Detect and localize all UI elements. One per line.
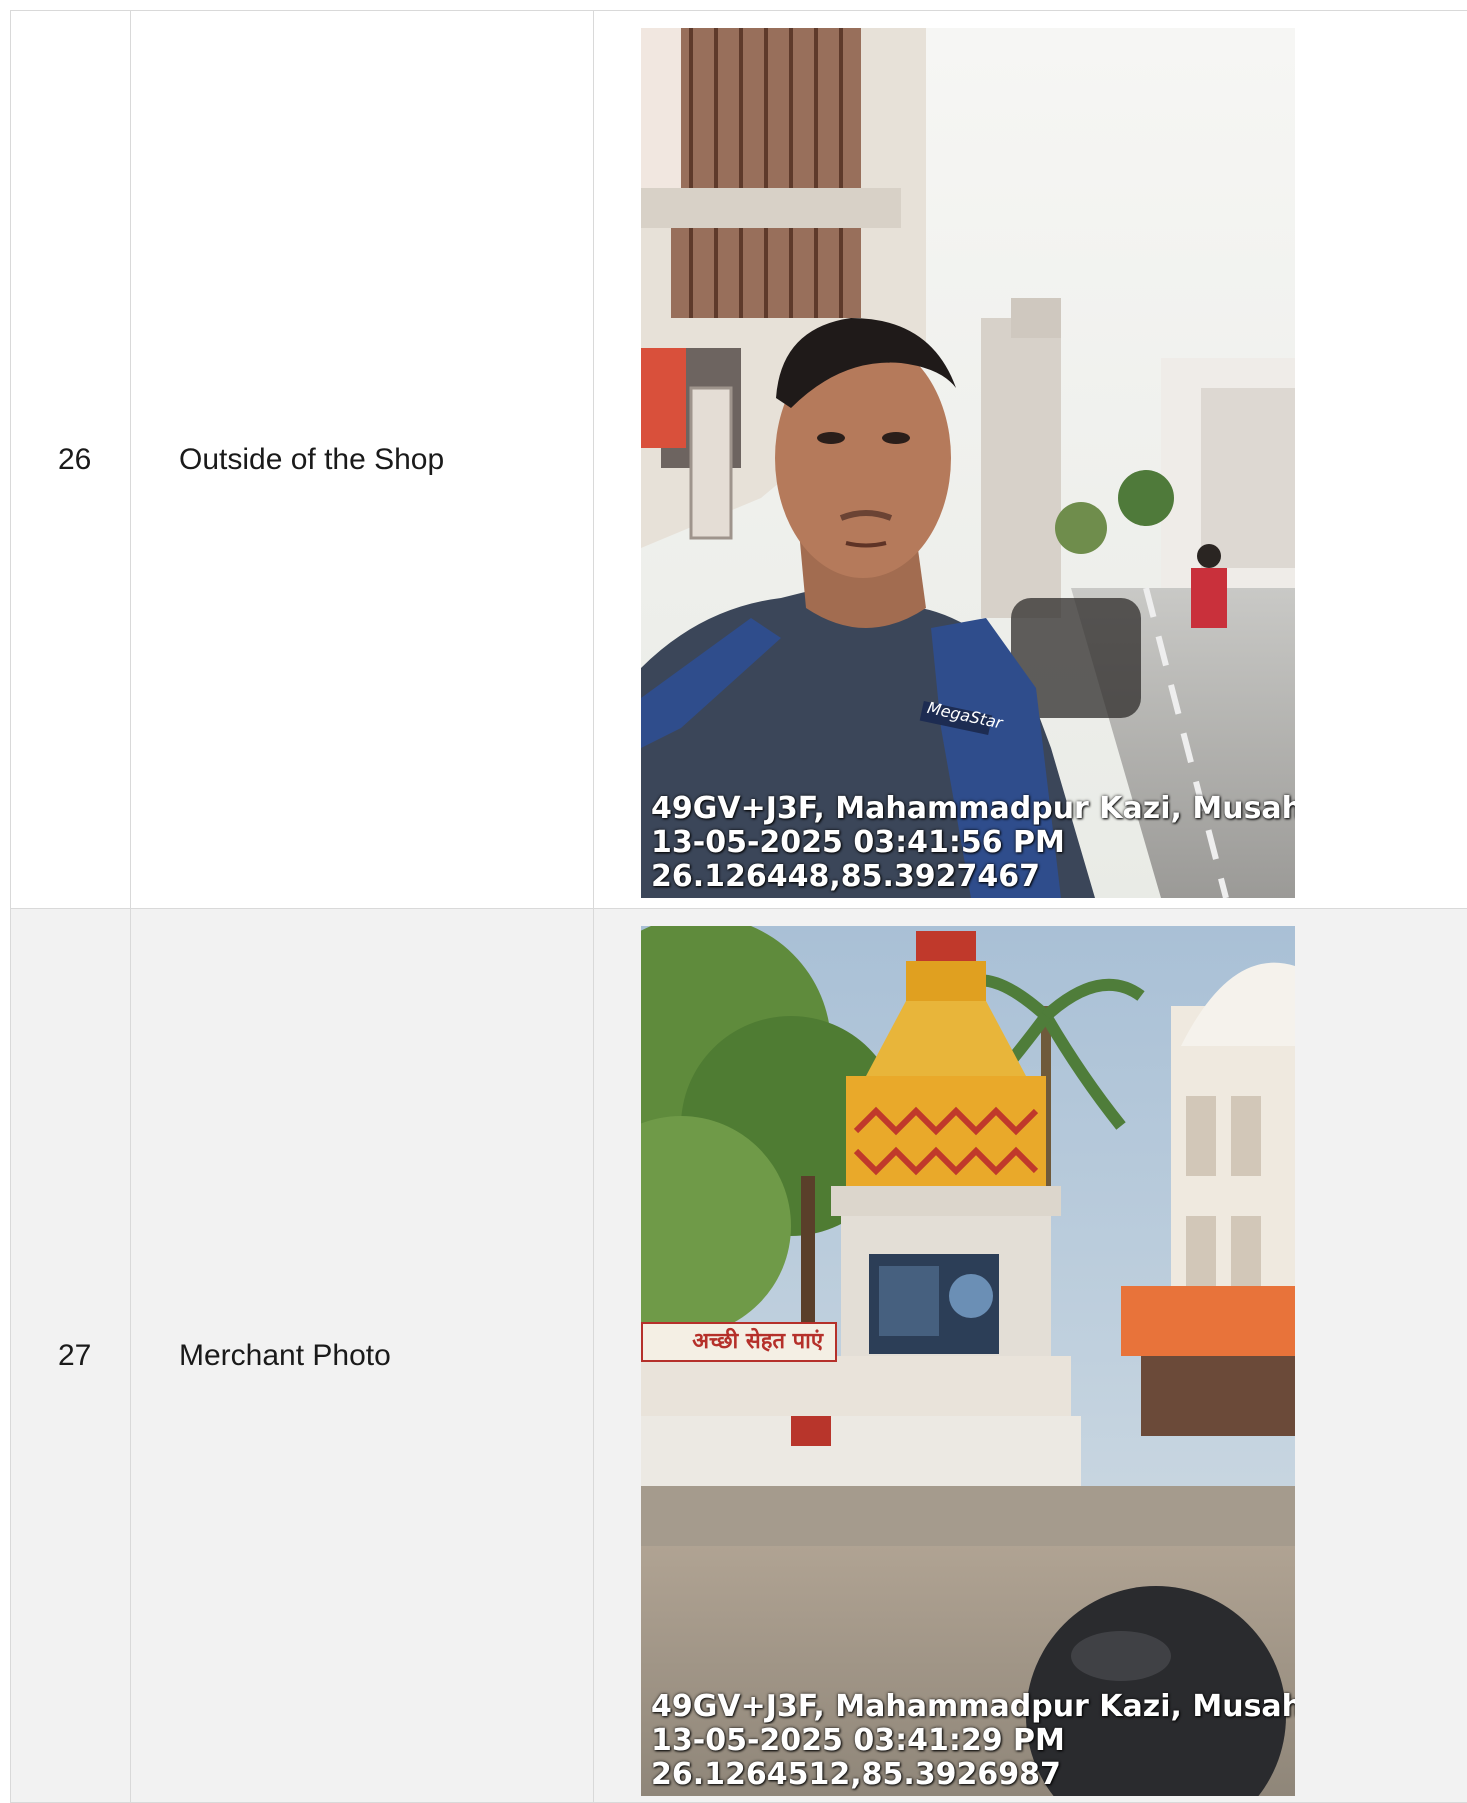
photo-table: 26 Outside of the Shop	[10, 10, 1467, 1803]
stamp-datetime: 13-05-2025 03:41:29 PM	[651, 1724, 1295, 1758]
row-label: Merchant Photo	[131, 909, 594, 1803]
photo-table-page: 26 Outside of the Shop	[10, 10, 1467, 1803]
table-row: 26 Outside of the Shop	[11, 11, 1467, 909]
row-number: 27	[11, 909, 131, 1803]
row-number: 26	[11, 11, 131, 909]
shop-sign: अच्छी सेहत पाएं	[641, 1322, 837, 1362]
photo-geo-stamp: 49GV+J3F, Mahammadpur Kazi, Musahri, Mu …	[651, 792, 1295, 894]
stamp-coordinates: 26.126448,85.3927467	[651, 860, 1295, 894]
stamp-address: 49GV+J3F, Mahammadpur Kazi, Musahri, Mu	[651, 1690, 1295, 1724]
street-scene-illustration	[641, 28, 1295, 898]
photo-geo-stamp: 49GV+J3F, Mahammadpur Kazi, Musahri, Mu …	[651, 1690, 1295, 1792]
photo-cell: अच्छी सेहत पाएं 49GV+J3F, Mahammadpur Ka…	[594, 909, 1467, 1803]
stamp-datetime: 13-05-2025 03:41:56 PM	[651, 826, 1295, 860]
selfie-photo[interactable]: MegaStar 49GV+J3F, Mahammadpur Kazi, Mus…	[641, 28, 1295, 898]
stamp-coordinates: 26.1264512,85.3926987	[651, 1758, 1295, 1792]
table-row: 27 Merchant Photo	[11, 909, 1467, 1803]
stamp-address: 49GV+J3F, Mahammadpur Kazi, Musahri, Mu	[651, 792, 1295, 826]
row-label: Outside of the Shop	[131, 11, 594, 909]
merchant-photo[interactable]: अच्छी सेहत पाएं 49GV+J3F, Mahammadpur Ka…	[641, 926, 1295, 1796]
photo-cell: MegaStar 49GV+J3F, Mahammadpur Kazi, Mus…	[594, 11, 1467, 909]
